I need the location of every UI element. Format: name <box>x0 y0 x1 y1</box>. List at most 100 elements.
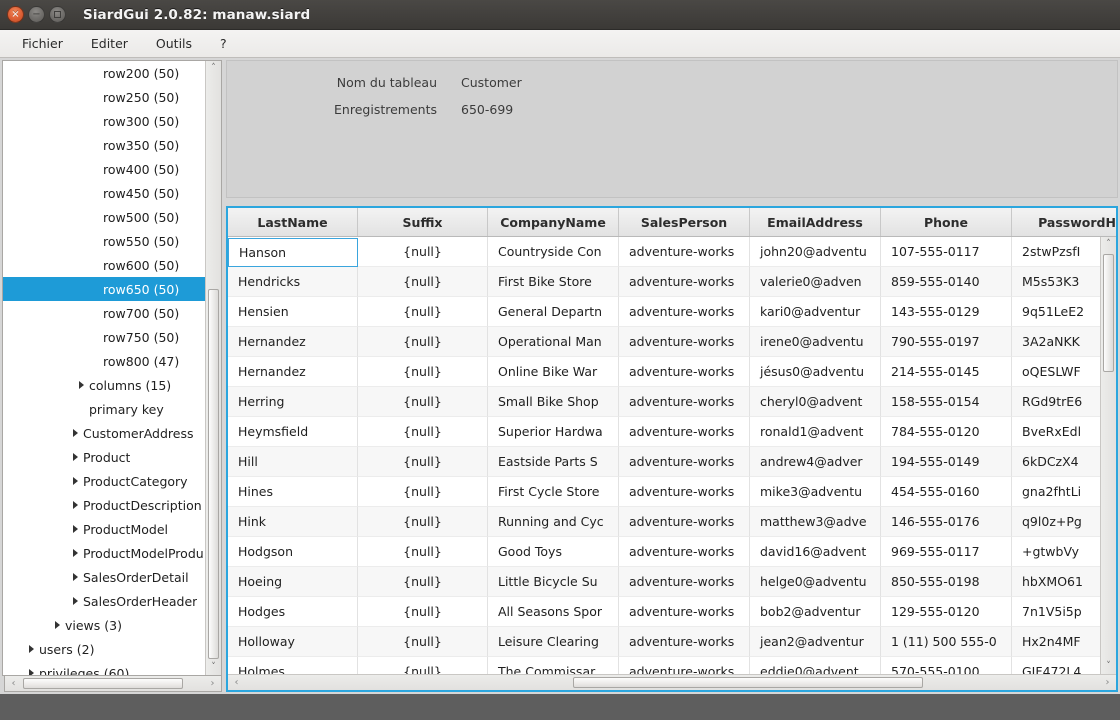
tree-node[interactable]: views (3) <box>3 613 205 637</box>
table-cell[interactable]: Running and Cyc <box>488 507 619 537</box>
tree-node[interactable]: row750 (50) <box>3 325 205 349</box>
table-cell[interactable]: adventure-works <box>619 387 750 417</box>
tree-node[interactable]: row450 (50) <box>3 181 205 205</box>
expander-triangle-icon[interactable] <box>73 549 78 557</box>
expander-triangle-icon[interactable] <box>55 621 60 629</box>
table-cell[interactable]: RGd9trE6 <box>1012 387 1100 417</box>
table-cell[interactable]: {null} <box>358 657 488 674</box>
table-cell[interactable]: gna2fhtLi <box>1012 477 1100 507</box>
tree-scrollbar-thumb[interactable] <box>208 289 219 659</box>
table-cell[interactable]: 1 (11) 500 555-0 <box>881 627 1012 657</box>
tree-node[interactable]: row550 (50) <box>3 229 205 253</box>
tree-node[interactable]: SalesOrderDetail <box>3 565 205 589</box>
tree-vertical-scrollbar[interactable]: ˄ ˅ <box>205 61 221 675</box>
table-cell[interactable]: Hodges <box>228 597 358 627</box>
table-cell[interactable]: valerie0@adven <box>750 267 881 297</box>
table-vertical-scrollbar[interactable]: ˄ ˅ <box>1100 237 1116 674</box>
table-cell[interactable]: {null} <box>358 567 488 597</box>
table-cell[interactable]: {null} <box>358 597 488 627</box>
table-cell[interactable]: 158-555-0154 <box>881 387 1012 417</box>
table-cell[interactable]: Holmes <box>228 657 358 674</box>
maximize-window-button[interactable] <box>49 6 66 23</box>
tree-node[interactable]: CustomerAddress <box>3 421 205 445</box>
expander-triangle-icon[interactable] <box>73 573 78 581</box>
table-cell[interactable]: Eastside Parts S <box>488 447 619 477</box>
table-cell[interactable]: adventure-works <box>619 537 750 567</box>
table-scrollbar-thumb[interactable] <box>1103 254 1114 372</box>
scroll-up-icon[interactable]: ˄ <box>206 61 221 76</box>
tree-node[interactable]: Product <box>3 445 205 469</box>
table-row[interactable]: Hernandez {null} Operational Man adventure-… <box>228 327 1100 357</box>
table-cell[interactable]: matthew3@adve <box>750 507 881 537</box>
tree-node[interactable]: row800 (47) <box>3 349 205 373</box>
table-cell[interactable]: ronald1@advent <box>750 417 881 447</box>
table-cell[interactable]: cheryl0@advent <box>750 387 881 417</box>
table-cell[interactable]: {null} <box>358 627 488 657</box>
expander-triangle-icon[interactable] <box>73 429 78 437</box>
table-cell[interactable]: 859-555-0140 <box>881 267 1012 297</box>
expander-triangle-icon[interactable] <box>29 645 34 653</box>
tree-node[interactable]: ProductModelProduc <box>3 541 205 565</box>
scroll-left-icon[interactable]: ‹ <box>6 676 21 691</box>
table-cell[interactable]: Hensien <box>228 297 358 327</box>
table-cell[interactable]: {null} <box>358 507 488 537</box>
column-header[interactable]: CompanyName <box>488 208 619 236</box>
table-cell[interactable]: The Commissar <box>488 657 619 674</box>
table-cell[interactable]: Herring <box>228 387 358 417</box>
table-cell[interactable]: {null} <box>358 537 488 567</box>
table-cell[interactable]: Hink <box>228 507 358 537</box>
table-row[interactable]: Holmes {null} The Commissar adventure-works… <box>228 657 1100 674</box>
scroll-down-icon[interactable]: ˅ <box>206 660 221 675</box>
column-header[interactable]: Phone <box>881 208 1012 236</box>
table-cell[interactable]: adventure-works <box>619 267 750 297</box>
tree-node[interactable]: primary key <box>3 397 205 421</box>
table-cell[interactable]: Hx2n4MF <box>1012 627 1100 657</box>
menu-outils[interactable]: Outils <box>142 32 206 55</box>
table-cell[interactable]: {null} <box>358 357 488 387</box>
expander-triangle-icon[interactable] <box>79 381 84 389</box>
tree-node[interactable]: ProductDescription <box>3 493 205 517</box>
scroll-right-icon[interactable]: › <box>1100 675 1115 690</box>
tree-node[interactable]: row700 (50) <box>3 301 205 325</box>
table-cell[interactable]: General Departn <box>488 297 619 327</box>
table-cell[interactable]: mike3@adventu <box>750 477 881 507</box>
table-cell[interactable]: adventure-works <box>619 237 750 267</box>
table-cell[interactable]: Hines <box>228 477 358 507</box>
expander-triangle-icon[interactable] <box>73 477 78 485</box>
table-row[interactable]: Hernandez {null} Online Bike War adventure-… <box>228 357 1100 387</box>
table-cell[interactable]: oQESLWF <box>1012 357 1100 387</box>
minimize-window-button[interactable]: − <box>28 6 45 23</box>
table-cell[interactable]: {null} <box>358 237 488 267</box>
table-cell[interactable]: Hernandez <box>228 357 358 387</box>
tree-node[interactable]: row200 (50) <box>3 61 205 85</box>
expander-triangle-icon[interactable] <box>73 525 78 533</box>
table-cell[interactable]: Operational Man <box>488 327 619 357</box>
tree-node[interactable]: users (2) <box>3 637 205 661</box>
table-cell[interactable]: 850-555-0198 <box>881 567 1012 597</box>
table-cell[interactable]: andrew4@adver <box>750 447 881 477</box>
table-cell[interactable]: {null} <box>358 447 488 477</box>
tree-node[interactable]: row300 (50) <box>3 109 205 133</box>
column-header[interactable]: SalesPerson <box>619 208 750 236</box>
table-cell[interactable]: BveRxEdl <box>1012 417 1100 447</box>
table-cell[interactable]: Good Toys <box>488 537 619 567</box>
table-row[interactable]: Holloway {null} Leisure Clearing adventure-… <box>228 627 1100 657</box>
menu-fichier[interactable]: Fichier <box>8 32 77 55</box>
table-cell[interactable]: Heymsfield <box>228 417 358 447</box>
column-header[interactable]: LastName <box>228 208 358 236</box>
table-cell[interactable]: Countryside Con <box>488 237 619 267</box>
table-cell[interactable]: q9l0z+Pg <box>1012 507 1100 537</box>
table-cell[interactable]: bob2@adventur <box>750 597 881 627</box>
tree-hscrollbar-thumb[interactable] <box>23 678 183 689</box>
table-row[interactable]: Hanson {null} Countryside Con adventure-wor… <box>228 237 1100 267</box>
table-cell[interactable]: First Bike Store <box>488 267 619 297</box>
table-cell[interactable]: 9q51LeE2 <box>1012 297 1100 327</box>
table-cell[interactable]: GIF472L4 <box>1012 657 1100 674</box>
tree-node[interactable]: row500 (50) <box>3 205 205 229</box>
table-cell[interactable]: Hendricks <box>228 267 358 297</box>
table-cell[interactable]: 3A2aNKK <box>1012 327 1100 357</box>
tree-node[interactable]: ProductModel <box>3 517 205 541</box>
menu-help[interactable]: ? <box>206 32 241 55</box>
table-cell[interactable]: 790-555-0197 <box>881 327 1012 357</box>
table-cell[interactable]: adventure-works <box>619 327 750 357</box>
